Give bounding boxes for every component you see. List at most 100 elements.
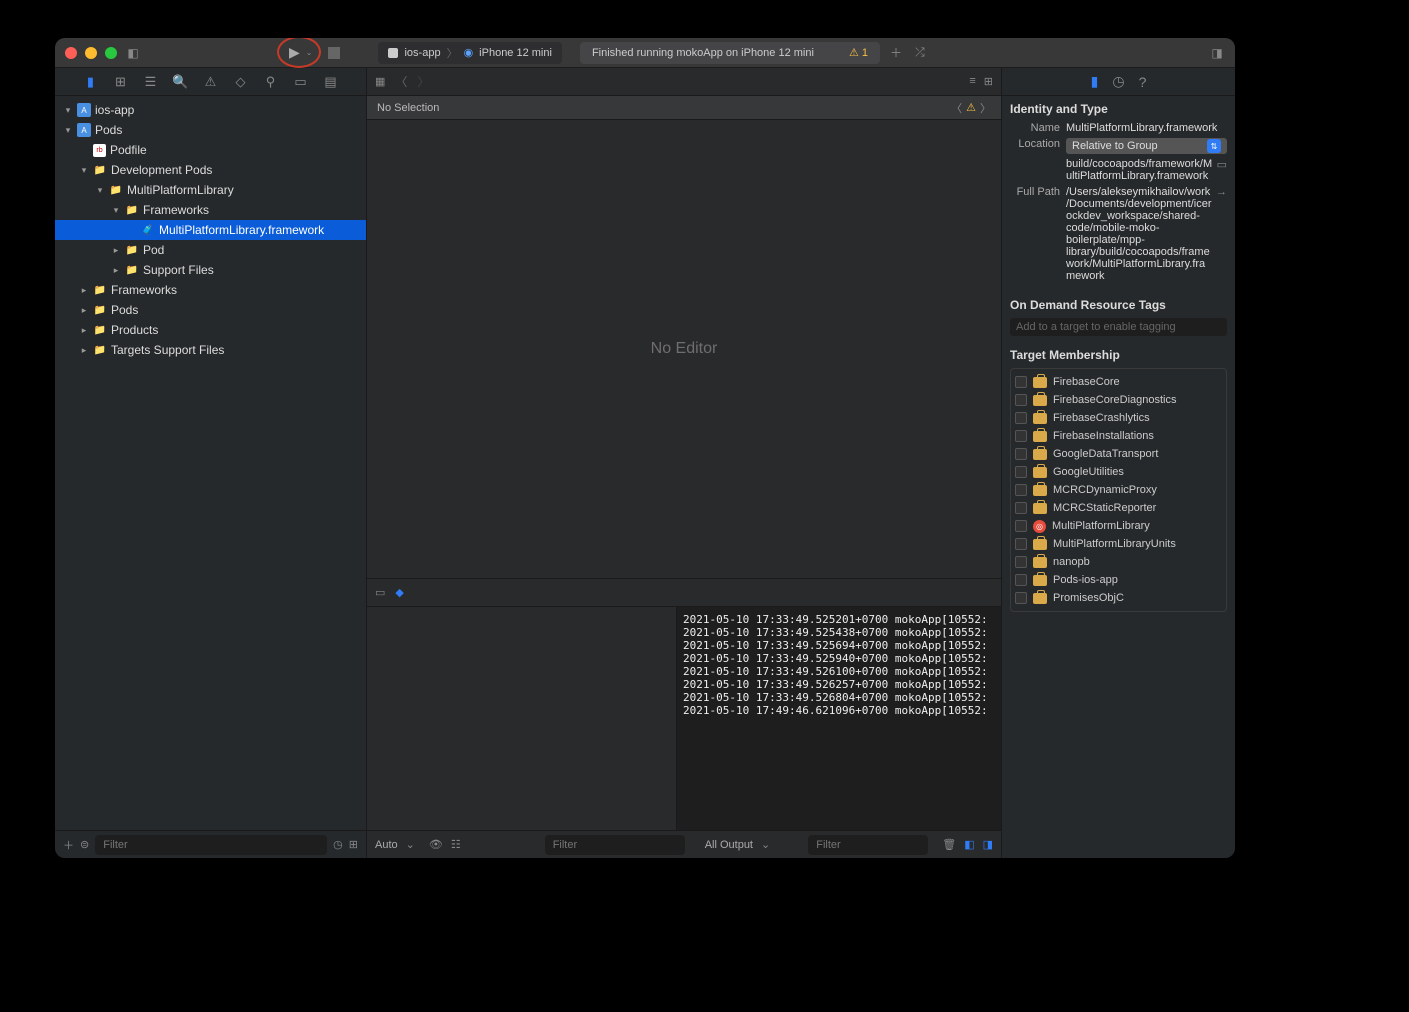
tree-row[interactable]: ▾📁Frameworks: [55, 200, 366, 220]
target-checkbox[interactable]: [1015, 412, 1027, 424]
tree-row[interactable]: 🧳MultiPlatformLibrary.framework: [55, 220, 366, 240]
editor-options-icon[interactable]: ≡: [969, 75, 975, 88]
show-console-icon[interactable]: ◨: [983, 838, 993, 851]
close-window[interactable]: [65, 47, 77, 59]
related-items-icon[interactable]: ▦: [375, 75, 385, 88]
ondemand-tag-input[interactable]: Add to a target to enable tagging: [1010, 318, 1227, 336]
recent-icon[interactable]: ◷: [333, 838, 343, 851]
reveal-path-icon[interactable]: →: [1216, 186, 1227, 198]
report-navigator-tab[interactable]: ▤: [322, 73, 340, 91]
navigator-filter-input[interactable]: [95, 835, 327, 855]
inspector-toggle-icon[interactable]: ◨: [1209, 45, 1225, 61]
target-checkbox[interactable]: [1015, 376, 1027, 388]
scm-filter-icon[interactable]: ⊞: [349, 838, 358, 851]
project-navigator-tab[interactable]: ▮: [82, 73, 100, 91]
debug-navigator-tab[interactable]: ⚲: [262, 73, 280, 91]
target-checkbox[interactable]: [1015, 394, 1027, 406]
tree-row[interactable]: rbPodfile: [55, 140, 366, 160]
tree-row[interactable]: ▸📁Targets Support Files: [55, 340, 366, 360]
console-output[interactable]: 2021-05-10 17:33:49.525201+0700 mokoApp[…: [677, 607, 1001, 830]
help-inspector-tab[interactable]: ?: [1139, 74, 1147, 90]
tree-row[interactable]: ▾APods: [55, 120, 366, 140]
debug-view-icon[interactable]: ▭: [375, 586, 385, 599]
disclosure-icon[interactable]: ▸: [111, 265, 121, 276]
trash-icon[interactable]: 🗑: [942, 838, 956, 851]
disclosure-icon[interactable]: ▾: [79, 165, 89, 176]
disclosure-icon[interactable]: ▸: [79, 305, 89, 316]
filter-scope-icon[interactable]: ⊜: [80, 838, 89, 851]
jump-next-icon[interactable]: 〉: [980, 100, 991, 116]
disclosure-icon[interactable]: ▸: [79, 285, 89, 296]
find-navigator-tab[interactable]: 🔍: [172, 73, 190, 91]
tree-row[interactable]: ▾Aios-app: [55, 100, 366, 120]
add-file-icon[interactable]: ＋: [63, 837, 74, 853]
disclosure-icon[interactable]: ▸: [79, 325, 89, 336]
folder-icon: 📁: [125, 263, 139, 277]
scheme-selector[interactable]: ios-app 〉 ◉ iPhone 12 mini: [378, 42, 561, 64]
symbol-navigator-tab[interactable]: ☰: [142, 73, 160, 91]
inspector-panel: ▮ ◷ ? Identity and Type Name MultiPlatfo…: [1001, 68, 1235, 858]
warning-badge[interactable]: ⚠ 1: [849, 46, 868, 59]
target-checkbox[interactable]: [1015, 592, 1027, 604]
quicklook-icon[interactable]: ☷: [451, 838, 461, 851]
ondemand-section: On Demand Resource Tags Add to a target …: [1002, 292, 1235, 342]
console-filter-input[interactable]: [808, 835, 928, 855]
file-inspector-tab[interactable]: ▮: [1091, 73, 1099, 90]
target-checkbox[interactable]: [1015, 466, 1027, 478]
tree-row[interactable]: ▸📁Pod: [55, 240, 366, 260]
disclosure-icon[interactable]: ▾: [63, 125, 73, 136]
tree-row[interactable]: ▸📁Frameworks: [55, 280, 366, 300]
warning-icon: ⚠: [849, 46, 859, 59]
disclosure-icon[interactable]: ▾: [63, 105, 73, 116]
breakpoint-navigator-tab[interactable]: ▭: [292, 73, 310, 91]
jump-prev-icon[interactable]: 〈: [951, 100, 962, 116]
disclosure-icon[interactable]: ▸: [111, 245, 121, 256]
tree-row[interactable]: ▸📁Products: [55, 320, 366, 340]
history-inspector-tab[interactable]: ◷: [1112, 73, 1124, 90]
variables-view[interactable]: [367, 607, 677, 830]
tree-row[interactable]: ▸📁Support Files: [55, 260, 366, 280]
project-tree[interactable]: ▾Aios-app▾APodsrbPodfile▾📁Development Po…: [55, 96, 366, 830]
run-menu-chevron[interactable]: ⌄: [306, 48, 313, 57]
stop-button[interactable]: [328, 47, 340, 59]
debug-breakpoint-icon[interactable]: ◆: [395, 586, 403, 599]
source-control-tab[interactable]: ⊞: [112, 73, 130, 91]
add-icon[interactable]: ＋: [888, 45, 904, 61]
disclosure-icon[interactable]: ▾: [95, 185, 105, 196]
zoom-window[interactable]: [105, 47, 117, 59]
nav-back-icon[interactable]: 〈: [395, 73, 407, 90]
target-checkbox[interactable]: [1015, 574, 1027, 586]
run-button[interactable]: ▶: [289, 44, 300, 61]
target-row: FirebaseCrashlytics: [1015, 409, 1222, 427]
target-checkbox[interactable]: [1015, 484, 1027, 496]
issue-warning-icon[interactable]: ⚠: [966, 101, 976, 114]
tree-row[interactable]: ▾📁Development Pods: [55, 160, 366, 180]
target-checkbox[interactable]: [1015, 538, 1027, 550]
library-icon[interactable]: ⤮: [912, 45, 928, 61]
eye-icon[interactable]: 👁: [429, 838, 443, 851]
target-checkbox[interactable]: [1015, 556, 1027, 568]
target-checkbox[interactable]: [1015, 430, 1027, 442]
disclosure-icon[interactable]: ▸: [79, 345, 89, 356]
sidebar-toggle-icon[interactable]: ◧: [125, 45, 141, 61]
target-checkbox[interactable]: [1015, 520, 1027, 532]
test-navigator-tab[interactable]: ◇: [232, 73, 250, 91]
issue-navigator-tab[interactable]: ⚠: [202, 73, 220, 91]
disclosure-icon[interactable]: ▾: [111, 205, 121, 216]
choose-path-icon[interactable]: ▭: [1217, 158, 1227, 171]
name-field-value[interactable]: MultiPlatformLibrary.framework: [1066, 122, 1227, 134]
show-variables-icon[interactable]: ◧: [964, 838, 974, 851]
tree-row[interactable]: ▸📁Pods: [55, 300, 366, 320]
variables-filter-input[interactable]: [545, 835, 685, 855]
location-select[interactable]: Relative to Group ⇅: [1066, 138, 1227, 154]
minimize-window[interactable]: [85, 47, 97, 59]
activity-status[interactable]: Finished running mokoApp on iPhone 12 mi…: [580, 42, 880, 64]
target-special-icon: ◎: [1033, 520, 1046, 533]
add-editor-icon[interactable]: ⊞: [984, 75, 993, 88]
target-checkbox[interactable]: [1015, 502, 1027, 514]
tree-row[interactable]: ▾📁MultiPlatformLibrary: [55, 180, 366, 200]
auto-label[interactable]: Auto: [375, 839, 398, 851]
nav-forward-icon[interactable]: 〉: [417, 73, 429, 90]
all-output-label[interactable]: All Output: [705, 839, 753, 851]
target-checkbox[interactable]: [1015, 448, 1027, 460]
